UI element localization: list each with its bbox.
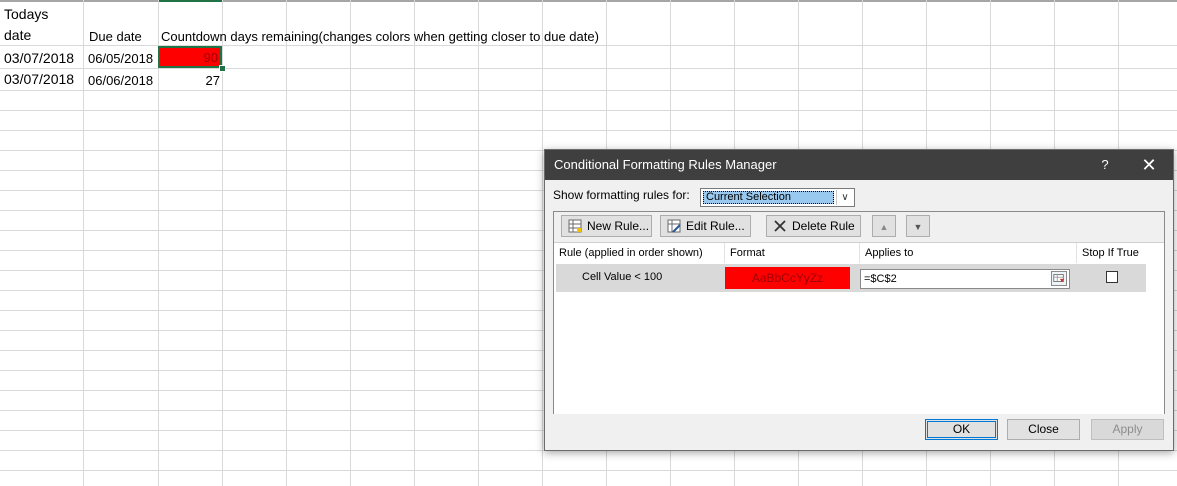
triangle-down-icon: ▼ [913,222,923,232]
grid-row-line [0,130,1177,131]
triangle-up-icon: ▲ [879,222,889,232]
delete-rule-label: Delete Rule [792,219,855,233]
grid-col-line [83,0,84,486]
delete-rule-button[interactable]: Delete Rule [766,215,861,237]
ok-button[interactable]: OK [925,419,998,440]
column-header-stop-if-true[interactable]: Stop If True [1077,243,1147,263]
dialog-titlebar[interactable]: Conditional Formatting Rules Manager ? ✕ [545,150,1173,180]
rule-description: Cell Value < 100 [582,271,663,283]
cell-c1[interactable]: Countdown days remaining(changes colors … [161,27,599,47]
applies-to-input[interactable]: =$C$2 [860,269,1070,289]
close-icon[interactable]: ✕ [1129,150,1169,180]
range-select-icon[interactable] [1051,271,1067,286]
grid-col-line [286,0,287,486]
grid-col-line [542,0,543,486]
cell-a1-line2[interactable]: date [4,25,31,45]
close-button[interactable]: Close [1007,419,1080,440]
show-rules-label: Show formatting rules for: [553,188,690,202]
cell-b1[interactable]: Due date [89,27,142,47]
cell-b3[interactable]: 06/06/2018 [88,71,153,91]
edit-rule-button[interactable]: Edit Rule... [660,215,751,237]
cell-a3[interactable]: 03/07/2018 [4,69,74,89]
apply-button[interactable]: Apply [1091,419,1164,440]
cell-a2[interactable]: 03/07/2018 [4,48,74,68]
fill-handle[interactable] [219,65,226,72]
column-header-format[interactable]: Format [725,243,860,263]
ok-label: OK [952,422,971,436]
format-preview: AaBbCcYyZz [725,267,850,289]
grid-row-line [0,68,1177,69]
help-button[interactable]: ? [1085,150,1125,180]
delete-x-icon [774,220,786,232]
cell-c2-value: 90 [203,50,218,65]
cell-c2-selected[interactable]: 90 [158,46,222,68]
grid-col-line [414,0,415,486]
stop-if-true-checkbox[interactable] [1106,271,1118,283]
column-header-applies-to[interactable]: Applies to [860,243,1077,263]
applies-to-value: =$C$2 [864,273,897,285]
column-header-rule[interactable]: Rule (applied in order shown) [554,243,725,263]
rules-panel: New Rule... Edit Rule... Delete Rule ▲ ▼ [553,211,1165,414]
show-rules-value: Current Selection [703,191,834,204]
new-rule-label: New Rule... [587,219,650,233]
new-rule-button[interactable]: New Rule... [561,215,652,237]
cell-a1-line1[interactable]: Todays [4,4,48,24]
edit-rule-label: Edit Rule... [686,219,745,233]
conditional-formatting-dialog: Conditional Formatting Rules Manager ? ✕… [544,149,1174,451]
edit-rule-icon [667,219,681,233]
chevron-down-icon[interactable]: ∨ [836,190,853,205]
grid-col-line [350,0,351,486]
grid-row-line [0,470,1177,471]
new-rule-icon [568,219,582,233]
grid-col-line [478,0,479,486]
cell-b2[interactable]: 06/05/2018 [88,49,153,69]
rules-list[interactable]: Rule (applied in order shown) Format App… [554,242,1164,414]
grid-row-line [0,110,1177,111]
show-rules-dropdown[interactable]: Current Selection ∨ [700,188,855,207]
cell-c3[interactable]: 27 [158,71,220,91]
grid-col-line [222,0,223,486]
column-c-header-accent [158,0,222,2]
dialog-title: Conditional Formatting Rules Manager [554,157,777,172]
move-down-button[interactable]: ▼ [906,215,930,237]
rule-row[interactable]: Cell Value < 100 AaBbCcYyZz =$C$2 [556,264,1146,292]
move-up-button[interactable]: ▲ [872,215,896,237]
